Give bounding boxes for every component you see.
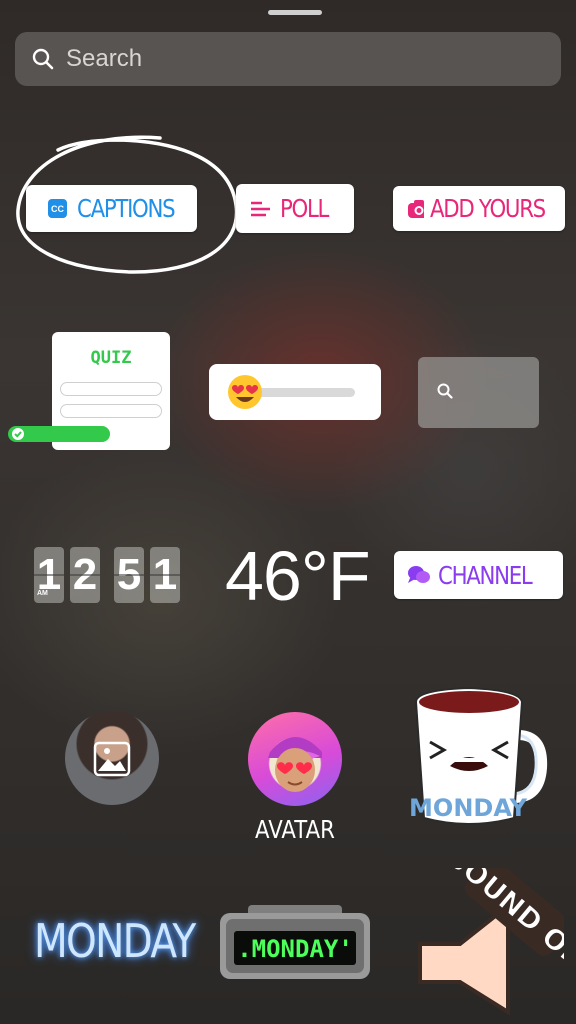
- clock-digit: AM 1: [34, 547, 64, 603]
- captions-sticker[interactable]: CC CAPTIONS: [26, 185, 197, 232]
- clock-digit-value: 1: [152, 550, 178, 599]
- search-icon: [437, 383, 453, 399]
- clock-digit: 5: [114, 547, 144, 603]
- poll-icon: [251, 201, 270, 216]
- clock-digit: 1: [150, 547, 180, 603]
- channel-label: CHANNEL: [438, 560, 533, 590]
- search-placeholder: Search: [66, 45, 143, 72]
- channel-sticker[interactable]: CHANNEL: [394, 551, 563, 599]
- clock-digit: 2: [70, 547, 100, 603]
- monday-mug-sticker[interactable]: MONDAY: [410, 680, 550, 830]
- avatar-label: AVATAR: [255, 815, 335, 844]
- selfie-photo-sticker[interactable]: [65, 711, 159, 805]
- add-yours-label: ADD YOURS: [429, 194, 546, 223]
- monday-lcd-clock-sticker[interactable]: .MONDAY': [218, 905, 372, 981]
- captions-label: CAPTIONS: [77, 194, 176, 223]
- quiz-correct-option: [8, 426, 110, 442]
- cc-icon: CC: [48, 199, 67, 218]
- lcd-label: .MONDAY': [237, 935, 353, 963]
- mug-label: MONDAY: [410, 794, 528, 822]
- poll-label: POLL: [280, 194, 329, 223]
- slider-track: [249, 388, 355, 397]
- temperature-sticker[interactable]: 46°F: [225, 536, 371, 616]
- emoji-slider-sticker[interactable]: [209, 364, 381, 420]
- chat-bubbles-icon: [408, 566, 430, 583]
- heart-eyes-emoji-icon: [228, 375, 262, 409]
- am-label: AM: [37, 590, 48, 597]
- questions-sticker[interactable]: [418, 357, 539, 428]
- search-bar[interactable]: Search: [15, 32, 561, 86]
- monday-neon-sticker[interactable]: MONDAY: [34, 914, 196, 968]
- check-icon: [12, 428, 24, 440]
- avatar-sticker-image[interactable]: [248, 712, 342, 806]
- poll-sticker[interactable]: POLL: [236, 184, 354, 233]
- clock-digit-value: 5: [116, 550, 142, 599]
- time-sticker[interactable]: AM 1 2 5 1: [34, 547, 180, 603]
- camera-icon: [408, 199, 424, 218]
- add-yours-sticker[interactable]: ADD YOURS: [393, 186, 565, 231]
- sheet-drag-handle[interactable]: [268, 10, 322, 15]
- avatar-face-icon: [268, 737, 322, 792]
- quiz-title: QUIZ: [90, 348, 132, 368]
- quiz-option: [60, 382, 162, 396]
- quiz-option: [60, 404, 162, 418]
- gallery-image-icon: [93, 741, 131, 777]
- search-icon: [32, 48, 54, 70]
- clock-digit-value: 2: [72, 550, 98, 599]
- sound-on-sticker[interactable]: SOUND ON: [404, 868, 564, 1018]
